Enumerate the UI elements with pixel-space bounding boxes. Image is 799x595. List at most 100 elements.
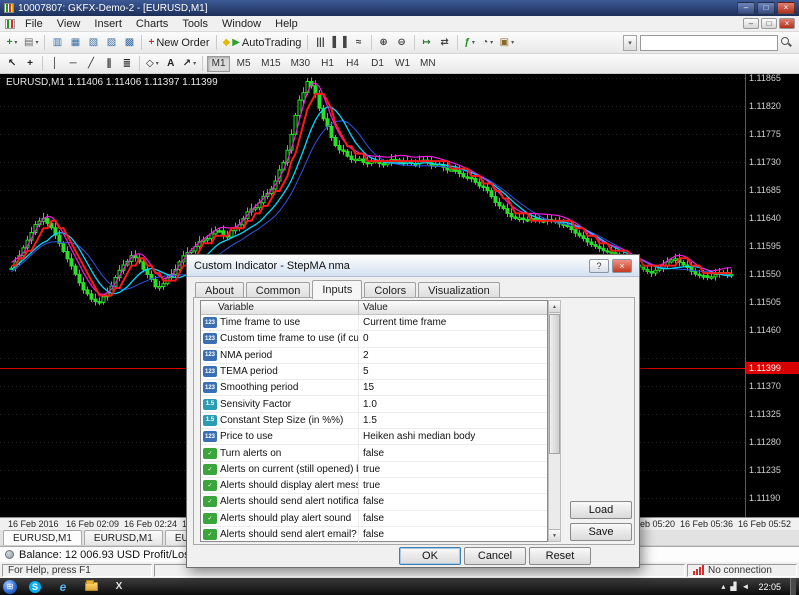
chart-window-tab[interactable]: EURUSD,M1: [3, 530, 82, 545]
search-input[interactable]: [640, 34, 778, 51]
param-row[interactable]: 123 Time frame to use Current time frame: [201, 315, 547, 332]
horizontal-line-button[interactable]: ─: [64, 55, 82, 73]
new-order-button[interactable]: + New Order: [145, 34, 212, 52]
ok-button[interactable]: OK: [399, 547, 461, 565]
line-chart-button[interactable]: ≈: [350, 34, 368, 52]
param-row[interactable]: 1.5 Sensivity Factor 1.0: [201, 396, 547, 413]
scroll-down-button[interactable]: ▼: [549, 529, 560, 541]
timeframe-w1-button[interactable]: W1: [391, 56, 414, 72]
dialog-close-button[interactable]: ×: [612, 258, 632, 273]
scroll-up-button[interactable]: ▲: [549, 301, 560, 313]
taskbar-folder-button[interactable]: [81, 579, 101, 594]
menu-file[interactable]: File: [18, 18, 50, 30]
param-row[interactable]: 1.5 Constant Step Size (in %%) 1.5: [201, 412, 547, 430]
param-value[interactable]: 1.0: [359, 399, 547, 410]
param-row[interactable]: 123 Price to use Heiken ashi median body: [201, 429, 547, 446]
timeframe-m1-button[interactable]: M1: [207, 55, 231, 72]
param-value[interactable]: 2: [359, 350, 547, 361]
timeframe-h4-button[interactable]: H4: [341, 56, 364, 72]
bar-chart-button[interactable]: |||: [311, 34, 329, 52]
load-button[interactable]: Load: [570, 501, 632, 519]
candlestick-chart-button[interactable]: ▌▐: [329, 34, 349, 52]
hidden-icons-icon[interactable]: ▴: [721, 582, 725, 591]
periods-button[interactable]: ◔ ▾: [479, 34, 497, 52]
param-row[interactable]: 123Custom time frame to use (if custom t…: [201, 331, 547, 348]
menu-window[interactable]: Window: [215, 18, 268, 30]
volume-icon[interactable]: ◄: [742, 582, 750, 591]
auto-scroll-button[interactable]: ↦: [418, 34, 436, 52]
param-row[interactable]: ✓ Alerts on current (still opened) bar tru…: [201, 461, 547, 478]
minimize-button[interactable]: –: [737, 2, 755, 14]
cursor-button[interactable]: ↖: [3, 55, 21, 73]
menu-tools[interactable]: Tools: [175, 18, 215, 30]
param-value[interactable]: false: [359, 448, 547, 459]
taskbar-clock[interactable]: 22:05: [753, 582, 786, 592]
param-value[interactable]: 1.5: [359, 415, 547, 426]
search-dropdown-button[interactable]: ▾: [623, 34, 637, 51]
param-row[interactable]: ✓ Alerts should send alert email? false: [201, 526, 547, 544]
show-desktop-button[interactable]: [790, 578, 796, 595]
param-value[interactable]: 0: [359, 333, 547, 344]
param-value[interactable]: Current time frame: [359, 317, 547, 328]
menu-view[interactable]: View: [50, 18, 88, 30]
param-row[interactable]: ✓ Alerts should play alert sound false: [201, 510, 547, 527]
taskbar-app-x-button[interactable]: X: [109, 579, 129, 594]
timeframe-d1-button[interactable]: D1: [366, 56, 389, 72]
fibonacci-button[interactable]: ≣: [118, 55, 136, 73]
chart-window-tab[interactable]: EURUSD,M1: [83, 530, 163, 545]
maximize-button[interactable]: □: [757, 2, 775, 14]
scrollbar-thumb[interactable]: [549, 314, 560, 454]
timeframe-m15-button[interactable]: M15: [257, 56, 284, 72]
templates-button[interactable]: ▣ ▾: [497, 34, 517, 52]
timeframe-mn-button[interactable]: MN: [416, 56, 440, 72]
mdi-close-button[interactable]: ×: [779, 18, 795, 29]
param-value[interactable]: true: [359, 464, 547, 475]
network-icon[interactable]: ▟: [730, 582, 736, 591]
param-value[interactable]: 5: [359, 366, 547, 377]
param-value[interactable]: Heiken ashi median body: [359, 431, 547, 442]
param-value[interactable]: true: [359, 480, 547, 491]
data-window-button[interactable]: ▦: [66, 34, 84, 52]
param-row[interactable]: ✓Alerts should send alert notificationfa…: [201, 494, 547, 511]
timeframe-h1-button[interactable]: H1: [316, 56, 339, 72]
mdi-minimize-button[interactable]: –: [743, 18, 759, 29]
menu-charts[interactable]: Charts: [129, 18, 175, 30]
param-row[interactable]: ✓ Turn alerts on false: [201, 445, 547, 462]
taskbar-internet-explorer-button[interactable]: e: [53, 579, 73, 594]
taskbar-skype-button[interactable]: S: [25, 579, 45, 594]
new-chart-button[interactable]: + ▾: [3, 34, 21, 52]
chart-shift-button[interactable]: ⇄: [436, 34, 454, 52]
save-button[interactable]: Save: [570, 523, 632, 541]
reset-button[interactable]: Reset: [529, 547, 591, 565]
param-value[interactable]: 15: [359, 382, 547, 393]
autotrading-button[interactable]: ◆ ▶ AutoTrading: [220, 34, 305, 52]
shapes-button[interactable]: ◇ ▾: [143, 55, 162, 73]
grid-scrollbar[interactable]: ▲ ▼: [548, 300, 561, 542]
menu-insert[interactable]: Insert: [87, 18, 129, 30]
cancel-button[interactable]: Cancel: [464, 547, 526, 565]
start-button[interactable]: ⊞: [3, 579, 17, 594]
strategy-tester-button[interactable]: ▩: [120, 34, 138, 52]
close-button[interactable]: ×: [777, 2, 795, 14]
timeframe-m5-button[interactable]: M5: [232, 56, 255, 72]
param-value[interactable]: false: [359, 496, 547, 507]
equidistant-channel-button[interactable]: ∥: [100, 55, 118, 73]
timeframe-m30-button[interactable]: M30: [287, 56, 314, 72]
market-watch-button[interactable]: ▥: [48, 34, 66, 52]
indicators-button[interactable]: ƒ ▾: [461, 34, 479, 52]
tab-inputs[interactable]: Inputs: [312, 280, 363, 299]
terminal-button[interactable]: ▨: [102, 34, 120, 52]
param-row[interactable]: 123 Smoothing period 15: [201, 380, 547, 397]
trendline-button[interactable]: ╱: [82, 55, 100, 73]
param-value[interactable]: false: [359, 529, 547, 540]
param-row[interactable]: 123 TEMA period 5: [201, 363, 547, 381]
mdi-restore-button[interactable]: □: [761, 18, 777, 29]
crosshair-button[interactable]: +: [21, 55, 39, 73]
param-value[interactable]: false: [359, 513, 547, 524]
dialog-help-button[interactable]: ?: [589, 258, 609, 273]
navigator-button[interactable]: ▧: [84, 34, 102, 52]
param-row[interactable]: 123 NMA period 2: [201, 347, 547, 364]
vertical-line-button[interactable]: │: [46, 55, 64, 73]
param-row[interactable]: ✓Alerts should display alert messagetrue: [201, 477, 547, 495]
profiles-button[interactable]: ▤ ▾: [21, 34, 41, 52]
